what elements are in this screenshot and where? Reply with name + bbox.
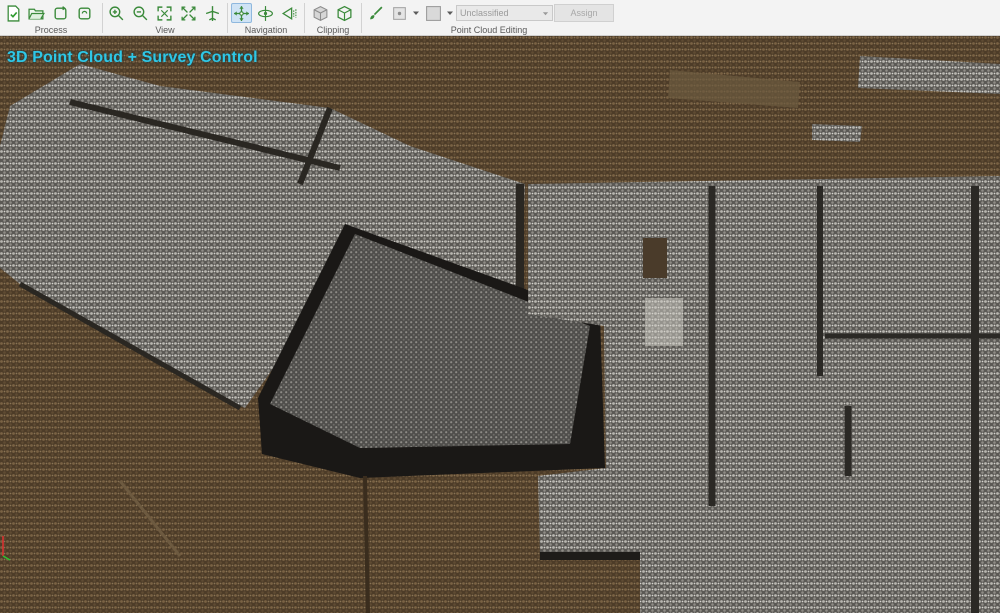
point-cloud-editing-group-label: Point Cloud Editing: [450, 25, 528, 35]
fit-extent-icon[interactable]: [154, 3, 175, 23]
navigation-group-label: Navigation: [244, 25, 288, 35]
clipping-group-label: Clipping: [316, 25, 350, 35]
open-folder-icon[interactable]: [26, 3, 47, 23]
point-cloud-viewport[interactable]: 3D Point Cloud + Survey Control: [0, 36, 1000, 613]
box-open-icon[interactable]: [334, 3, 355, 23]
roof-vent: [643, 238, 667, 278]
walk-triangle-icon[interactable]: [279, 3, 300, 23]
zoom-in-icon[interactable]: [106, 3, 127, 23]
process-group: Process: [0, 0, 102, 36]
dropdown-arrow-icon[interactable]: [444, 3, 456, 23]
classification-select[interactable]: Unclassified: [456, 5, 553, 21]
viewport-overlay-title: 3D Point Cloud + Survey Control: [7, 49, 258, 66]
point-select-icon[interactable]: [389, 3, 410, 23]
expand-arrows-icon[interactable]: [178, 3, 199, 23]
box-icon[interactable]: [310, 3, 331, 23]
sync-icon[interactable]: [74, 3, 95, 23]
classification-select-value: Unclassified: [460, 8, 509, 18]
point-cloud-render[interactable]: [0, 36, 1000, 613]
chevron-down-icon: [542, 9, 549, 19]
process-group-label: Process: [34, 25, 68, 35]
assign-button[interactable]: Assign: [554, 4, 614, 22]
orbit-icon[interactable]: [255, 3, 276, 23]
view-group-label: View: [155, 25, 175, 35]
zoom-out-icon[interactable]: [130, 3, 151, 23]
point-cloud-editing-group: Unclassified Assign Point Cloud Editing: [362, 0, 616, 36]
ribbon-toolbar: Process View Navigation Clipping Unclass…: [0, 0, 1000, 36]
airplane-icon[interactable]: [202, 3, 223, 23]
navigation-group: Navigation: [228, 0, 304, 36]
light-patch: [812, 124, 862, 142]
brush-icon[interactable]: [365, 3, 386, 23]
pan-arrows-icon[interactable]: [231, 3, 252, 23]
color-swatch-icon[interactable]: [423, 3, 444, 23]
view-group: View: [103, 0, 227, 36]
clipping-group: Clipping: [305, 0, 361, 36]
refresh-icon[interactable]: [50, 3, 71, 23]
light-patch: [645, 298, 683, 346]
dropdown-arrow-icon[interactable]: [410, 3, 422, 23]
check-document-icon[interactable]: [3, 3, 24, 23]
